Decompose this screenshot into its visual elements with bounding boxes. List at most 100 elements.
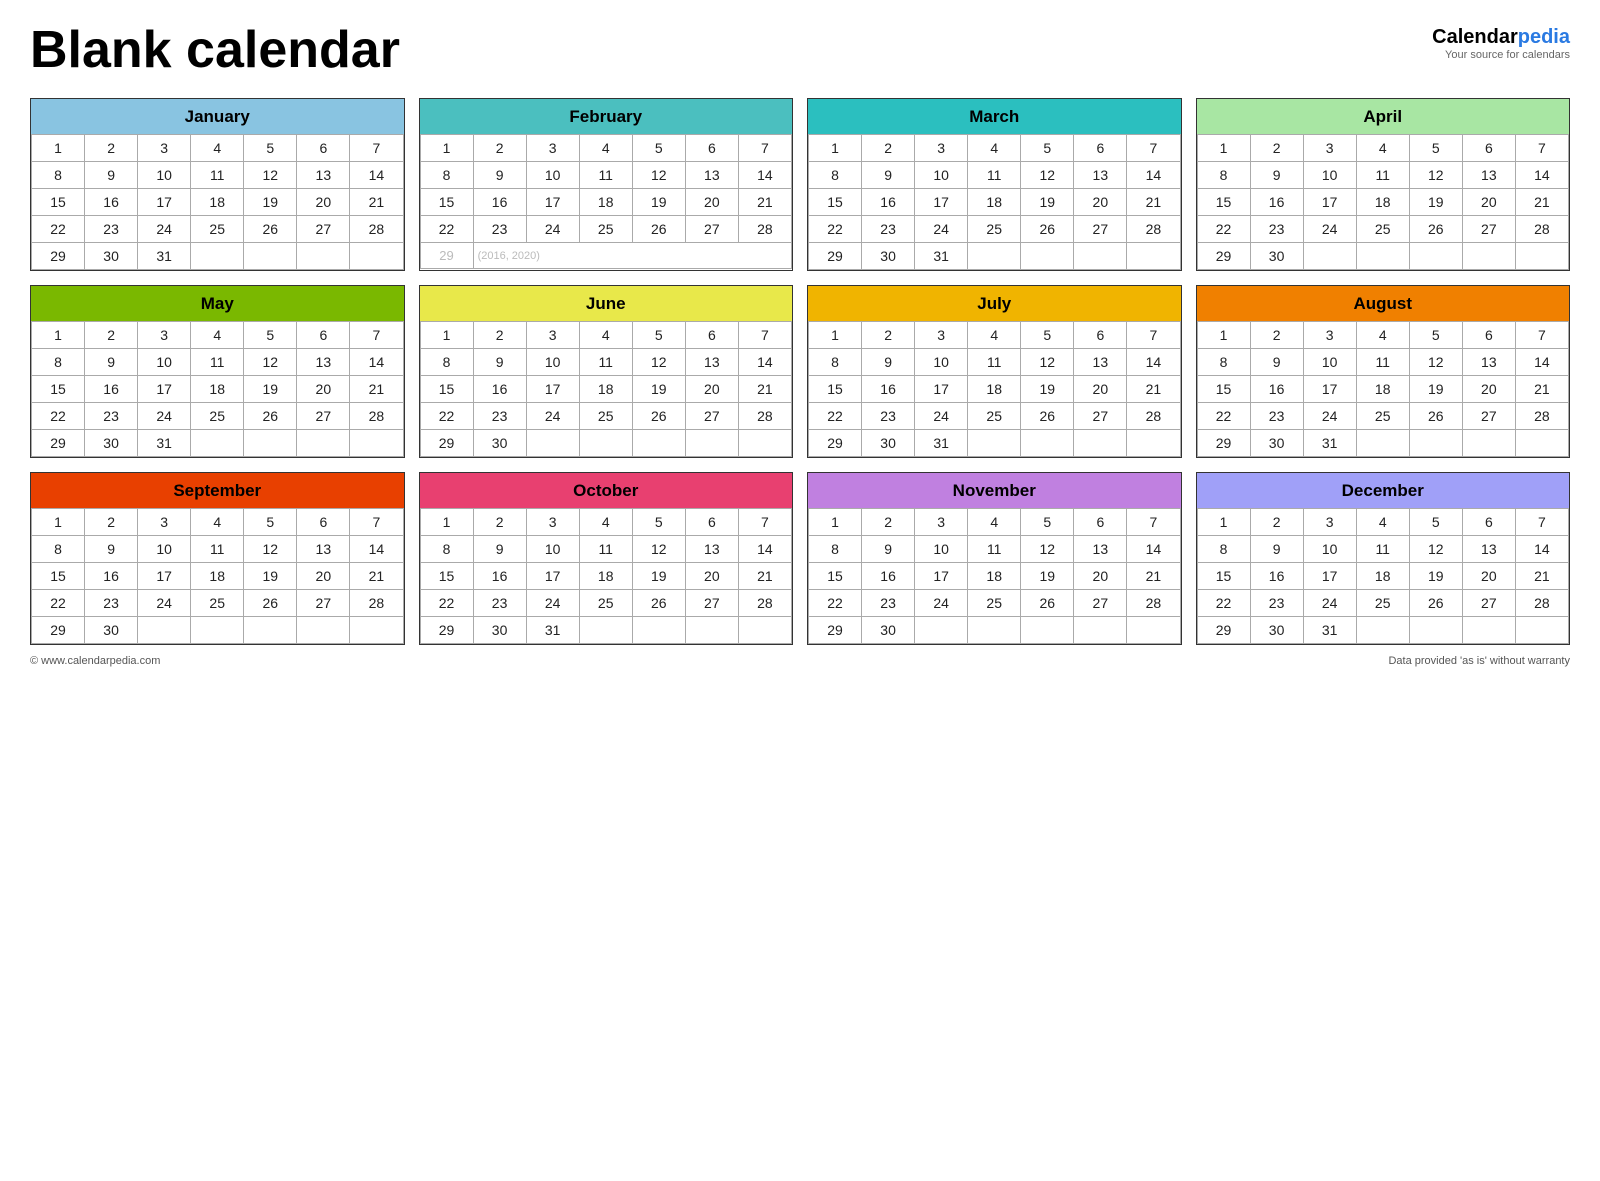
month-block-february: February12345678910111213141516171819202… <box>419 98 794 271</box>
day-cell: 9 <box>473 162 526 189</box>
day-cell: 20 <box>1462 189 1515 216</box>
day-cell: 18 <box>579 563 632 590</box>
day-cell <box>1409 243 1462 270</box>
table-row: 1234567 <box>1197 322 1569 349</box>
month-block-june: June123456789101112131415161718192021222… <box>419 285 794 458</box>
table-row: 1234567 <box>32 322 404 349</box>
day-cell: 29 <box>32 617 85 644</box>
day-cell: 8 <box>809 536 862 563</box>
day-cell: 8 <box>32 536 85 563</box>
table-row: 891011121314 <box>1197 162 1569 189</box>
day-cell: 17 <box>526 563 579 590</box>
day-cell: 3 <box>526 322 579 349</box>
day-cell: 8 <box>809 349 862 376</box>
day-cell: 2 <box>1250 509 1303 536</box>
day-cell: 14 <box>1127 162 1180 189</box>
day-cell <box>738 430 791 457</box>
month-table-november: 1234567891011121314151617181920212223242… <box>808 508 1181 644</box>
day-cell: 18 <box>191 563 244 590</box>
month-table-june: 1234567891011121314151617181920212223242… <box>420 321 793 457</box>
table-row: 15161718192021 <box>1197 376 1569 403</box>
month-header-november: November <box>808 473 1181 508</box>
day-cell <box>244 617 297 644</box>
day-cell: 26 <box>244 216 297 243</box>
table-row: 15161718192021 <box>809 563 1181 590</box>
day-cell: 24 <box>138 590 191 617</box>
day-cell: 25 <box>579 590 632 617</box>
day-cell: 3 <box>138 135 191 162</box>
footer-left: © www.calendarpedia.com <box>30 655 160 667</box>
day-cell: 4 <box>1356 135 1409 162</box>
day-cell: 3 <box>1303 135 1356 162</box>
day-cell <box>632 617 685 644</box>
day-cell: 5 <box>244 135 297 162</box>
day-cell: 29 <box>1197 243 1250 270</box>
day-cell: 28 <box>1515 403 1568 430</box>
table-row: 891011121314 <box>420 349 792 376</box>
day-cell: 10 <box>915 536 968 563</box>
month-header-february: February <box>420 99 793 134</box>
day-cell: 29 <box>420 430 473 457</box>
day-cell: 13 <box>1462 536 1515 563</box>
day-cell: 30 <box>85 243 138 270</box>
day-cell: 7 <box>738 135 791 162</box>
day-cell: 7 <box>1127 509 1180 536</box>
table-row: 15161718192021 <box>1197 563 1569 590</box>
day-cell: 26 <box>244 403 297 430</box>
month-table-april: 1234567891011121314151617181920212223242… <box>1197 134 1570 270</box>
day-cell <box>1409 617 1462 644</box>
day-cell: 3 <box>138 509 191 536</box>
day-cell: 11 <box>579 162 632 189</box>
day-cell: 4 <box>191 509 244 536</box>
day-cell: 28 <box>1127 216 1180 243</box>
day-cell: 30 <box>1250 430 1303 457</box>
day-cell: 1 <box>809 322 862 349</box>
day-cell: 22 <box>809 403 862 430</box>
day-cell: 5 <box>1409 135 1462 162</box>
day-cell: 28 <box>738 216 791 243</box>
day-cell: 7 <box>738 322 791 349</box>
day-cell: 31 <box>138 430 191 457</box>
day-cell: 4 <box>1356 509 1409 536</box>
month-header-december: December <box>1197 473 1570 508</box>
day-cell: 24 <box>915 403 968 430</box>
day-cell: 1 <box>420 322 473 349</box>
table-row: 1234567 <box>32 509 404 536</box>
table-row: 15161718192021 <box>32 189 404 216</box>
day-cell: 19 <box>1409 376 1462 403</box>
day-cell <box>191 430 244 457</box>
day-cell: 10 <box>138 349 191 376</box>
table-row: 891011121314 <box>32 162 404 189</box>
day-cell: 18 <box>191 189 244 216</box>
day-cell: 21 <box>1515 376 1568 403</box>
day-cell: 17 <box>1303 189 1356 216</box>
table-row: 293031 <box>32 430 404 457</box>
month-header-march: March <box>808 99 1181 134</box>
day-cell: 27 <box>297 403 350 430</box>
day-cell <box>1462 430 1515 457</box>
day-cell: 3 <box>526 135 579 162</box>
day-cell: 15 <box>420 189 473 216</box>
day-cell <box>1127 430 1180 457</box>
day-cell: 15 <box>1197 189 1250 216</box>
table-row: 1234567 <box>809 135 1181 162</box>
day-cell: 21 <box>738 563 791 590</box>
day-cell: 21 <box>1515 563 1568 590</box>
month-header-august: August <box>1197 286 1570 321</box>
day-cell: 21 <box>1127 376 1180 403</box>
day-cell: 6 <box>297 322 350 349</box>
day-cell: 10 <box>1303 349 1356 376</box>
day-cell: 24 <box>1303 590 1356 617</box>
month-table-february: 1234567891011121314151617181920212223242… <box>420 134 793 269</box>
day-cell: 11 <box>191 162 244 189</box>
day-cell: 25 <box>968 216 1021 243</box>
day-cell: 8 <box>1197 536 1250 563</box>
day-cell: 2 <box>862 509 915 536</box>
day-cell: 4 <box>191 135 244 162</box>
footer-right: Data provided 'as is' without warranty <box>1388 655 1570 667</box>
table-row: 2930 <box>420 430 792 457</box>
day-cell: 13 <box>297 349 350 376</box>
day-cell: 23 <box>85 216 138 243</box>
day-cell: 23 <box>862 216 915 243</box>
day-cell: 18 <box>1356 189 1409 216</box>
